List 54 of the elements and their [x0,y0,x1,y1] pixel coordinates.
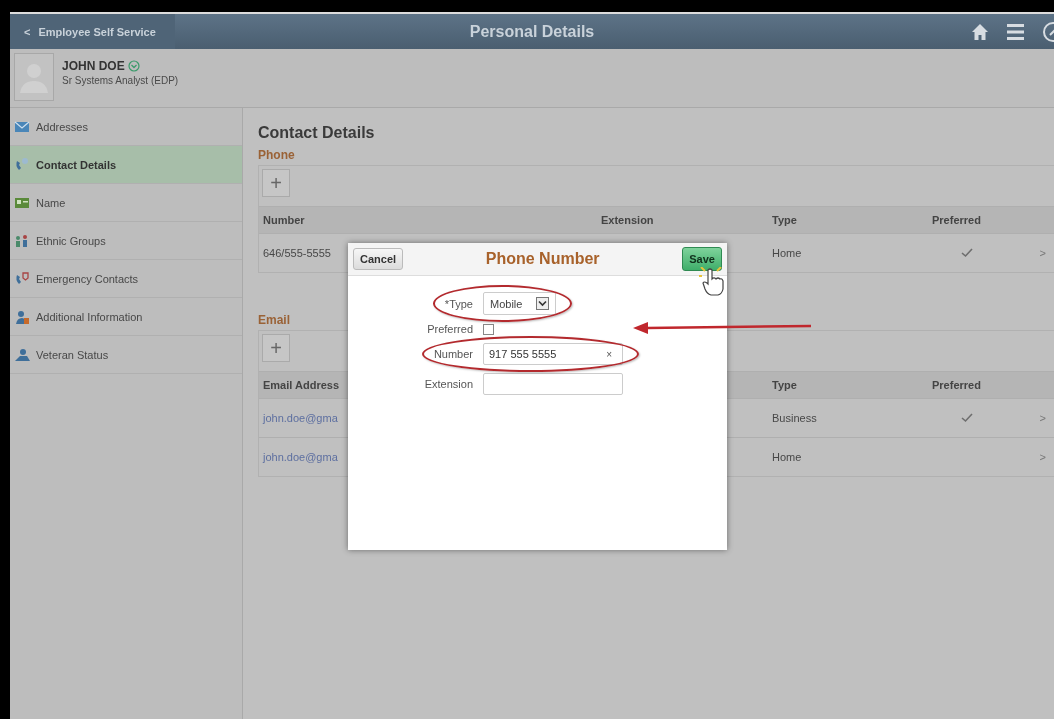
field-label: *Type [444,297,473,310]
field-label: Extension [424,378,473,390]
column-header: Email Address [263,379,339,391]
save-button[interactable]: Save [682,247,722,271]
email-cell[interactable]: john.doe@gma [263,412,338,424]
sidebar-item[interactable]: Veteran Status [10,336,242,374]
column-header: Extension [601,214,654,226]
chevron[interactable]: > [1039,247,1046,259]
cancel-button[interactable]: Cancel [353,248,404,270]
navbar-icon[interactable] [1042,20,1054,43]
field-label: Preferred [427,323,473,335]
column-header: Type [772,214,797,226]
page-heading: Contact Details [258,124,376,142]
nav-item-icon [14,308,30,325]
chevron[interactable]: > [1039,412,1046,424]
column-header: Type [772,379,797,391]
nav-item-icon [14,270,30,287]
email-cell[interactable]: john.doe@gma [263,451,338,463]
preferred-checkbox[interactable] [483,323,494,335]
table-cell: Home [772,247,802,259]
sidebar-item[interactable]: Name [10,184,242,222]
add-button[interactable]: + [262,334,290,362]
menu-icon[interactable] [1007,22,1024,41]
add-button[interactable]: + [262,169,290,197]
section-title: Email [258,313,291,327]
dropdown-arrow-icon [536,297,550,310]
sidebar-item[interactable]: Contact Details [10,146,242,184]
chevron-down-icon [127,60,140,72]
field-label: Number [433,348,473,360]
clear-icon[interactable]: × [606,348,612,360]
home-icon[interactable] [971,22,989,41]
text-field[interactable]: 917 555 5555 × [483,343,623,365]
table-cell: Business [772,412,817,424]
column-header: Preferred [932,214,981,226]
chevron[interactable]: > [1039,451,1046,463]
nav-item-icon [14,156,30,173]
text-field[interactable] [483,373,623,395]
type-select[interactable]: Mobile [483,292,557,315]
avatar-icon [14,53,54,101]
dialog-title: Phone Number [485,250,600,268]
sidebar-item[interactable]: Emergency Contacts [10,260,242,298]
page-title: Personal Details [469,22,595,41]
sidebar-item[interactable]: Ethnic Groups [10,222,242,260]
employee-name: JOHN DOE [62,59,125,73]
column-header: Preferred [932,379,981,391]
nav-item-icon [14,232,30,249]
sidebar-item[interactable]: Additional Information [10,298,242,336]
column-header: Number [263,214,305,226]
section-title: Phone [258,148,296,162]
table-cell: 646/555-5555 [263,247,331,259]
back-button[interactable]: < Employee Self Service [10,14,175,49]
nav-item-icon [14,346,30,363]
table-cell: Home [772,451,802,463]
job-title: Sr Systems Analyst (EDP) [62,75,179,86]
